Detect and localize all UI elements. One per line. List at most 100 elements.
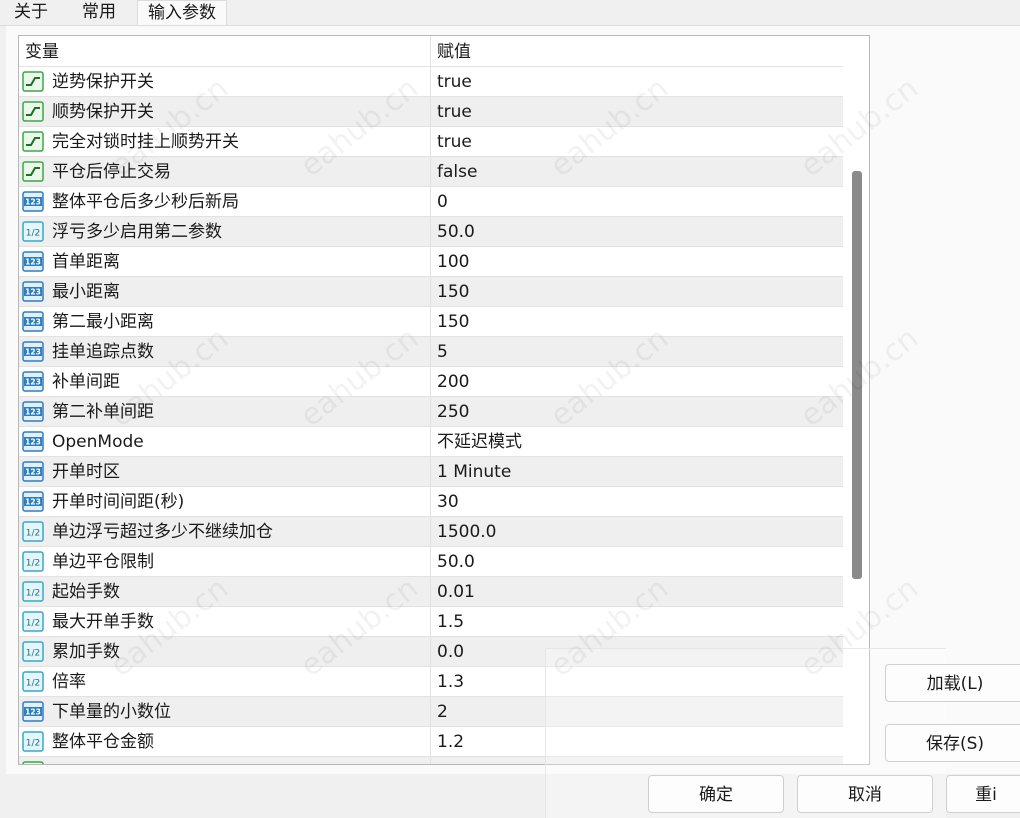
parameter-value[interactable]: 200 xyxy=(437,367,469,397)
table-row[interactable]: 顺势保护开关 true xyxy=(19,97,843,127)
svg-text:1/2: 1/2 xyxy=(26,739,40,749)
cell-divider xyxy=(430,607,431,637)
svg-text:123: 123 xyxy=(25,198,41,207)
table-row[interactable]: 1/2 最大开单手数 1.5 xyxy=(19,607,843,637)
integer-icon: 123 xyxy=(22,191,44,212)
parameter-value[interactable]: 1.5 xyxy=(437,607,464,637)
parameter-value[interactable]: 不延迟模式 xyxy=(437,427,522,457)
toggle-icon xyxy=(22,161,44,182)
table-row[interactable]: 123 首单距离 100 xyxy=(19,247,843,277)
parameter-name: 整体平仓金额 xyxy=(52,732,154,752)
svg-text:123: 123 xyxy=(25,438,41,447)
parameter-name: 整体平仓后多少秒后新局 xyxy=(52,192,239,212)
table-row[interactable]: 平仓后停止交易 false xyxy=(19,157,843,187)
double-icon: 1/2 xyxy=(22,641,44,662)
integer-icon: 123 xyxy=(22,491,44,512)
cell-divider xyxy=(430,727,431,757)
table-row[interactable]: 1/2 单边平仓限制 50.0 xyxy=(19,547,843,577)
table-row[interactable]: 123 开单时间间距(秒) 30 xyxy=(19,487,843,517)
parameter-value[interactable]: false xyxy=(437,157,477,187)
table-row[interactable]: 123 最小距离 150 xyxy=(19,277,843,307)
integer-icon: 123 xyxy=(22,341,44,362)
tab-input-parameters[interactable]: 输入参数 xyxy=(137,0,227,25)
column-divider[interactable] xyxy=(430,36,431,67)
parameter-value[interactable]: 1500.0 xyxy=(437,517,496,547)
table-row[interactable]: 完全对锁时挂上顺势开关 true xyxy=(19,127,843,157)
svg-text:123: 123 xyxy=(25,468,41,477)
svg-text:1/2: 1/2 xyxy=(26,619,40,629)
table-row[interactable]: 123 开单时区 1 Minute xyxy=(19,457,843,487)
parameter-value[interactable]: 5 xyxy=(437,337,448,367)
parameter-value[interactable]: 50.0 xyxy=(437,547,475,577)
cancel-button[interactable]: 取消 xyxy=(797,775,933,813)
parameter-value[interactable]: 2 xyxy=(437,697,448,727)
tab-about[interactable]: 关于 xyxy=(4,0,58,25)
parameter-value[interactable]: 150 xyxy=(437,307,469,337)
tab-common[interactable]: 常用 xyxy=(72,0,126,25)
parameter-value[interactable]: true xyxy=(437,97,472,127)
svg-text:123: 123 xyxy=(25,348,41,357)
parameter-value[interactable]: 30 xyxy=(437,487,459,517)
parameter-name: 起始手数 xyxy=(52,582,120,602)
parameter-name: 逆势保护开关 xyxy=(52,72,154,92)
table-row[interactable]: 123 整体平仓后多少秒后新局 0 xyxy=(19,187,843,217)
parameter-name: 最小距离 xyxy=(52,282,120,302)
parameter-value[interactable]: 0 xyxy=(437,187,448,217)
svg-text:123: 123 xyxy=(25,288,41,297)
column-header-variable[interactable]: 变量 xyxy=(25,36,59,67)
table-row[interactable]: 123 第二补单间距 250 xyxy=(19,397,843,427)
cell-divider xyxy=(430,457,431,487)
parameter-value[interactable]: 0.01 xyxy=(437,577,475,607)
parameter-value[interactable]: 1 Minute xyxy=(437,457,511,487)
double-icon: 1/2 xyxy=(22,221,44,242)
parameter-name: 挂单追踪点数 xyxy=(52,342,154,362)
cell-divider xyxy=(430,637,431,667)
parameter-value[interactable]: 250 xyxy=(437,397,469,427)
parameter-value[interactable]: 150 xyxy=(437,277,469,307)
cell-divider xyxy=(430,667,431,697)
parameter-name: 下单量的小数位 xyxy=(52,702,171,722)
parameter-value[interactable]: 100 xyxy=(437,247,469,277)
cell-divider xyxy=(430,187,431,217)
parameter-value[interactable]: true xyxy=(437,127,472,157)
parameter-value[interactable]: 0.0 xyxy=(437,637,464,667)
scrollbar-thumb[interactable] xyxy=(852,171,862,579)
parameter-name: 浮亏多少启用第二参数 xyxy=(52,222,222,242)
cell-divider xyxy=(430,517,431,547)
parameter-name: 第二最小距离 xyxy=(52,312,154,332)
svg-text:1/2: 1/2 xyxy=(26,589,40,599)
reset-button[interactable]: 重i xyxy=(946,775,1020,813)
parameter-value[interactable]: 50.0 xyxy=(437,217,475,247)
parameter-value[interactable]: 1.2 xyxy=(437,727,464,757)
parameter-name: 开单时间间距(秒) xyxy=(52,492,185,512)
load-button[interactable]: 加载(L) xyxy=(885,664,1020,702)
tab-bar: 关于 常用 输入参数 xyxy=(0,0,1020,26)
parameter-name: 单边浮亏超过多少不继续加仓 xyxy=(52,522,273,542)
parameter-value[interactable]: 1.3 xyxy=(437,667,464,697)
table-row[interactable]: 123 第二最小距离 150 xyxy=(19,307,843,337)
integer-icon: 123 xyxy=(22,371,44,392)
table-row[interactable]: 1/2 单边浮亏超过多少不继续加仓 1500.0 xyxy=(19,517,843,547)
ok-button[interactable]: 确定 xyxy=(648,775,784,813)
svg-text:123: 123 xyxy=(25,318,41,327)
cell-divider xyxy=(430,697,431,727)
parameter-name: 完全对锁时挂上顺势开关 xyxy=(52,132,239,152)
parameter-name: 单边平仓限制 xyxy=(52,552,154,572)
table-row[interactable]: 逆势保护开关 true xyxy=(19,67,843,97)
parameter-value[interactable]: true xyxy=(437,67,472,97)
toggle-icon xyxy=(22,761,44,764)
table-row[interactable]: 123 OpenMode 不延迟模式 xyxy=(19,427,843,457)
table-row[interactable]: 123 补单间距 200 xyxy=(19,367,843,397)
save-button[interactable]: 保存(S) xyxy=(885,724,1020,762)
parameter-name: 平仓后停止交易 xyxy=(52,162,171,182)
double-icon: 1/2 xyxy=(22,611,44,632)
table-row[interactable]: 123 挂单追踪点数 5 xyxy=(19,337,843,367)
svg-text:123: 123 xyxy=(25,498,41,507)
parameter-name: 补单间距 xyxy=(52,372,120,392)
cell-divider xyxy=(430,217,431,247)
table-row[interactable]: 1/2 浮亏多少启用第二参数 50.0 xyxy=(19,217,843,247)
integer-icon: 123 xyxy=(22,281,44,302)
table-row[interactable]: 1/2 起始手数 0.01 xyxy=(19,577,843,607)
cell-divider xyxy=(430,427,431,457)
column-header-value[interactable]: 赋值 xyxy=(437,36,471,67)
